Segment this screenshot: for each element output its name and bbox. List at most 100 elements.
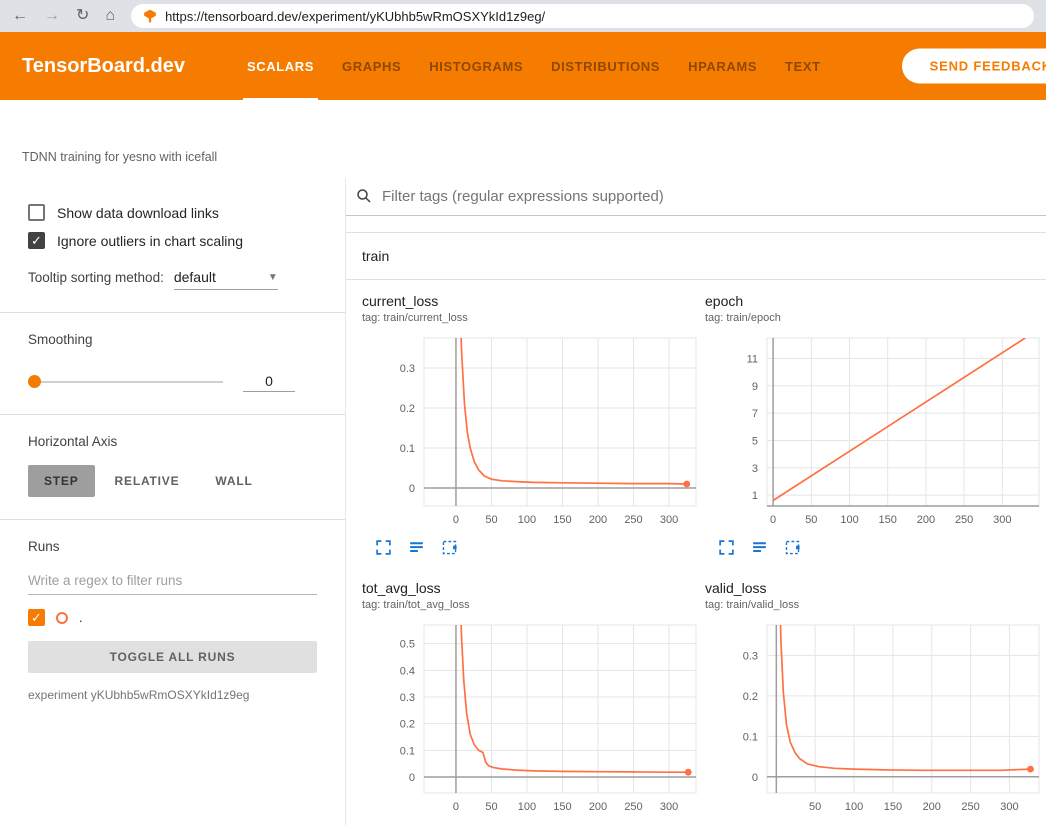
svg-text:0.1: 0.1: [400, 745, 415, 757]
svg-text:0.2: 0.2: [400, 403, 415, 415]
axis-step-button[interactable]: STEP: [28, 465, 95, 497]
svg-text:0: 0: [453, 801, 459, 813]
svg-text:0: 0: [770, 514, 776, 526]
search-icon: [355, 187, 373, 205]
tooltip-sorting-value: default: [174, 269, 216, 285]
experiment-description-bar: TDNN training for yesno with icefall: [0, 100, 1046, 178]
svg-text:300: 300: [660, 514, 678, 526]
tooltip-sorting-label: Tooltip sorting method:: [28, 270, 164, 285]
show-download-label: Show data download links: [57, 205, 219, 221]
svg-text:0.1: 0.1: [400, 443, 415, 455]
ignore-outliers-checkbox[interactable]: ✓: [28, 232, 45, 249]
chart-plot[interactable]: 00.10.20.350100150200250300: [705, 621, 1041, 819]
svg-text:0.3: 0.3: [400, 363, 415, 375]
sidebar-general-section: ✓ Show data download links ✓ Ignore outl…: [0, 178, 345, 313]
back-icon[interactable]: ←: [12, 8, 28, 24]
train-section-header[interactable]: train: [346, 233, 1046, 280]
reload-icon[interactable]: ↻: [76, 8, 89, 24]
svg-text:200: 200: [589, 514, 607, 526]
experiment-id-text: experiment yKUbhb5wRmOSXYkId1z9eg: [28, 688, 317, 702]
svg-text:300: 300: [660, 801, 678, 813]
chart-tag: tag: train/epoch: [705, 312, 1042, 324]
tab-graphs[interactable]: GRAPHS: [328, 32, 415, 100]
run-row: ✓ .: [28, 609, 317, 626]
fit-domain-icon[interactable]: [441, 539, 458, 556]
svg-text:200: 200: [923, 801, 941, 813]
runs-section: Runs ✓ . TOGGLE ALL RUNS experiment yKUb…: [0, 520, 345, 724]
tooltip-sorting-row: Tooltip sorting method: default ▼: [28, 269, 317, 290]
svg-text:200: 200: [917, 514, 935, 526]
horizontal-axis-label: Horizontal Axis: [28, 434, 117, 449]
expand-chart-icon[interactable]: [375, 539, 392, 556]
run-color-swatch: [56, 612, 68, 624]
toggle-all-runs-button[interactable]: TOGGLE ALL RUNS: [28, 641, 317, 673]
app-header: TensorBoard.dev SCALARS GRAPHS HISTOGRAM…: [0, 32, 1046, 100]
svg-text:0: 0: [453, 514, 459, 526]
chart-card-valid_loss: valid_losstag: train/valid_loss00.10.20.…: [705, 580, 1042, 825]
smoothing-value-input[interactable]: [243, 371, 295, 392]
nav-tabs: SCALARS GRAPHS HISTOGRAMS DISTRIBUTIONS …: [233, 32, 835, 100]
chart-card-tot_avg_loss: tot_avg_losstag: train/tot_avg_loss00.10…: [362, 580, 699, 825]
run-checkbox[interactable]: ✓: [28, 609, 45, 626]
horizontal-axis-section: Horizontal Axis STEP RELATIVE WALL: [0, 415, 345, 520]
svg-text:150: 150: [553, 514, 571, 526]
svg-text:250: 250: [955, 514, 973, 526]
axis-wall-button[interactable]: WALL: [199, 465, 268, 497]
ignore-outliers-row: ✓ Ignore outliers in chart scaling: [28, 232, 317, 249]
svg-text:50: 50: [809, 801, 821, 813]
svg-text:150: 150: [884, 801, 902, 813]
forward-icon[interactable]: →: [44, 8, 60, 24]
fit-domain-icon[interactable]: [784, 539, 801, 556]
filter-tags-input[interactable]: [382, 188, 1036, 205]
smoothing-slider-row: [28, 371, 317, 392]
show-download-checkbox[interactable]: ✓: [28, 204, 45, 221]
svg-text:1: 1: [752, 490, 758, 502]
expand-chart-icon[interactable]: [718, 539, 735, 556]
show-download-row: ✓ Show data download links: [28, 204, 317, 221]
chart-card-epoch: epochtag: train/epoch1357911050100150200…: [705, 293, 1042, 556]
filter-tags-row: [346, 178, 1046, 216]
tab-scalars[interactable]: SCALARS: [233, 32, 328, 100]
experiment-description: TDNN training for yesno with icefall: [22, 150, 217, 164]
axis-relative-button[interactable]: RELATIVE: [99, 465, 196, 497]
svg-text:0: 0: [409, 772, 415, 784]
address-bar[interactable]: https://tensorboard.dev/experiment/yKUbh…: [131, 4, 1034, 28]
chart-title: tot_avg_loss: [362, 580, 699, 596]
smoothing-slider[interactable]: [28, 381, 223, 383]
svg-text:3: 3: [752, 463, 758, 475]
svg-text:0.3: 0.3: [743, 650, 758, 662]
run-selector-icon[interactable]: [408, 539, 425, 556]
svg-text:50: 50: [485, 801, 497, 813]
chart-plot[interactable]: 1357911050100150200250300: [705, 334, 1041, 532]
chart-title: epoch: [705, 293, 1042, 309]
tab-text[interactable]: TEXT: [771, 32, 835, 100]
home-icon[interactable]: ⌂: [105, 8, 115, 24]
chart-plot[interactable]: 00.10.20.3050100150200250300: [362, 334, 698, 532]
main-panel: train current_losstag: train/current_los…: [345, 178, 1046, 825]
svg-text:100: 100: [845, 801, 863, 813]
svg-text:250: 250: [624, 801, 642, 813]
train-section-card: train current_losstag: train/current_los…: [346, 232, 1046, 825]
svg-text:300: 300: [993, 514, 1011, 526]
charts-grid: current_losstag: train/current_loss00.10…: [346, 280, 1046, 825]
run-selector-icon[interactable]: [751, 539, 768, 556]
svg-text:9: 9: [752, 381, 758, 393]
send-feedback-button[interactable]: SEND FEEDBACK: [902, 49, 1046, 84]
svg-text:200: 200: [589, 801, 607, 813]
smoothing-slider-thumb[interactable]: [28, 375, 41, 388]
svg-text:0.4: 0.4: [400, 665, 415, 677]
chart-card-current_loss: current_losstag: train/current_loss00.10…: [362, 293, 699, 556]
svg-text:100: 100: [518, 801, 536, 813]
chart-title: current_loss: [362, 293, 699, 309]
tab-histograms[interactable]: HISTOGRAMS: [415, 32, 537, 100]
runs-filter-input[interactable]: [28, 566, 317, 595]
tooltip-sorting-select[interactable]: default ▼: [174, 269, 278, 290]
tab-hparams[interactable]: HPARAMS: [674, 32, 771, 100]
svg-text:150: 150: [553, 801, 571, 813]
ignore-outliers-label: Ignore outliers in chart scaling: [57, 233, 243, 249]
tab-distributions[interactable]: DISTRIBUTIONS: [537, 32, 674, 100]
svg-text:11: 11: [747, 353, 758, 365]
svg-text:5: 5: [752, 435, 758, 447]
svg-text:0.2: 0.2: [400, 719, 415, 731]
chart-plot[interactable]: 00.10.20.30.40.5050100150200250300: [362, 621, 698, 819]
